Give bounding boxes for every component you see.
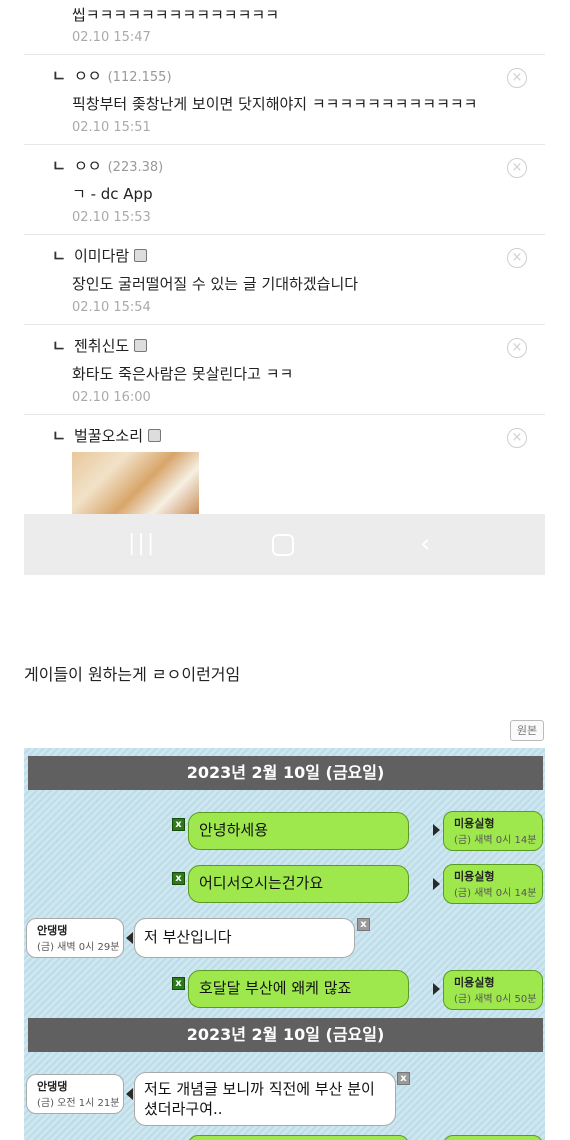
sender-name: 미용실형 — [454, 870, 495, 883]
sender-tag-partial — [443, 1135, 543, 1140]
delete-message-icon[interactable]: x — [172, 872, 185, 885]
comment-author[interactable]: 벌꿀오소리 — [74, 427, 143, 445]
sent-message: 안녕하세용 — [188, 812, 409, 850]
comment-item: 씹ㅋㅋㅋㅋㅋㅋㅋㅋㅋㅋㅋㅋㅋㅋ 02.10 15:47 — [24, 0, 545, 55]
delete-icon[interactable]: × — [507, 338, 527, 358]
play-arrow-icon — [433, 983, 440, 995]
gallog-icon — [134, 249, 148, 262]
reply-arrow-icon: ㄴ — [52, 427, 66, 445]
sender-name: 미용실형 — [454, 976, 495, 989]
post-caption: 게이들이 원하는게 ㄹㅇ이런거임 — [24, 665, 241, 684]
comment-ip: (223.38) — [107, 160, 164, 175]
comment-header: ㄴ 이미다람 — [52, 245, 148, 266]
pointer-arrow-icon — [126, 1088, 133, 1100]
comment-time: 02.10 15:47 — [72, 30, 151, 45]
back-icon[interactable]: ‹ — [420, 531, 430, 557]
comment-author[interactable]: 이미다람 — [74, 247, 129, 265]
sent-message: 호달달 부산에 왜케 많죠 — [188, 970, 409, 1008]
sender-tag: 미용실형 (금) 새벽 0시 14분 — [443, 811, 543, 851]
delete-message-icon[interactable]: x — [172, 818, 185, 831]
play-arrow-icon — [433, 824, 440, 836]
received-message: 저 부산입니다 — [134, 918, 355, 958]
receiver-name: 안댕댕 — [37, 1080, 68, 1093]
receiver-tag: 안댕댕 (금) 오전 1시 21분 — [26, 1074, 124, 1114]
message-line: 저도 개념글 보니까 직전에 부산 분이 — [144, 1080, 375, 1098]
reply-arrow-icon: ㄴ — [52, 337, 66, 355]
recent-apps-icon[interactable]: ||| — [128, 531, 156, 557]
message-time: (금) 오전 1시 21분 — [37, 1098, 120, 1109]
android-nav-bar: ||| ‹ — [24, 514, 545, 575]
comment-screenshot: 씹ㅋㅋㅋㅋㅋㅋㅋㅋㅋㅋㅋㅋㅋㅋ 02.10 15:47 ㄴㅇㅇ (112.155)… — [24, 0, 545, 575]
delete-icon[interactable]: × — [507, 158, 527, 178]
sender-tag: 미용실형 (금) 새벽 0시 14분 — [443, 864, 543, 904]
view-original-button[interactable]: 원본 — [510, 720, 544, 741]
delete-message-icon[interactable]: x — [172, 977, 185, 990]
message-time: (금) 새벽 0시 29분 — [37, 942, 120, 953]
date-separator: 2023년 2월 10일 (금요일) — [28, 756, 543, 790]
comment-header: ㄴ 벌꿀오소리 — [52, 425, 162, 446]
sent-message: 어디서오시는건가요 — [188, 865, 409, 903]
comment-item: ㄴㅇㅇ (223.38) ㄱ - dc App 02.10 15:53 × — [24, 145, 545, 235]
sender-tag: 미용실형 (금) 새벽 0시 50분 — [443, 970, 543, 1010]
play-arrow-icon — [433, 878, 440, 890]
message-time: (금) 새벽 0시 14분 — [454, 835, 537, 846]
delete-icon[interactable]: × — [507, 68, 527, 88]
comment-item: ㄴ 이미다람 장인도 굴러떨어질 수 있는 글 기대하겠습니다 02.10 15:… — [24, 235, 545, 325]
reply-arrow-icon: ㄴ — [52, 157, 66, 175]
comment-time: 02.10 15:53 — [72, 210, 151, 225]
comment-author[interactable]: ㅇㅇ — [74, 157, 102, 175]
delete-icon[interactable]: × — [507, 248, 527, 268]
comment-author[interactable]: 젠취신도 — [74, 337, 129, 355]
sender-name: 미용실형 — [454, 817, 495, 830]
delete-icon[interactable]: × — [507, 428, 527, 448]
comment-time: 02.10 15:51 — [72, 120, 151, 135]
reply-arrow-icon: ㄴ — [52, 247, 66, 265]
comment-ip: (112.155) — [107, 70, 172, 85]
home-icon[interactable] — [272, 534, 294, 556]
comment-time: 02.10 16:00 — [72, 390, 151, 405]
message-time: (금) 새벽 0시 50분 — [454, 994, 537, 1005]
received-message: 저도 개념글 보니까 직전에 부산 분이 셨더라구여.. — [134, 1072, 396, 1126]
comment-header: ㄴㅇㅇ (112.155) — [52, 65, 172, 86]
gallog-icon — [148, 429, 162, 442]
gallog-icon — [134, 339, 148, 352]
message-time: (금) 새벽 0시 14분 — [454, 888, 537, 899]
delete-message-icon[interactable]: x — [397, 1072, 410, 1085]
comment-item: ㄴ 젠취신도 화타도 죽은사람은 못살린다고 ㅋㅋ 02.10 16:00 × — [24, 325, 545, 415]
comment-text: ㄱ - dc App — [72, 185, 153, 203]
comment-text: 픽창부터 좆창난게 보이면 닷지해야지 ㅋㅋㅋㅋㅋㅋㅋㅋㅋㅋㅋㅋ — [72, 95, 478, 113]
comment-time: 02.10 15:54 — [72, 300, 151, 315]
receiver-tag: 안댕댕 (금) 새벽 0시 29분 — [26, 918, 124, 958]
comment-text: 장인도 굴러떨어질 수 있는 글 기대하겠습니다 — [72, 275, 359, 293]
sent-message-partial — [188, 1135, 409, 1140]
message-line: 셨더라구여.. — [144, 1100, 223, 1118]
comment-item: ㄴㅇㅇ (112.155) 픽창부터 좆창난게 보이면 닷지해야지 ㅋㅋㅋㅋㅋㅋㅋ… — [24, 55, 545, 145]
comment-text: 씹ㅋㅋㅋㅋㅋㅋㅋㅋㅋㅋㅋㅋㅋㅋ — [72, 6, 280, 24]
delete-message-icon[interactable]: x — [357, 918, 370, 931]
date-separator: 2023년 2월 10일 (금요일) — [28, 1018, 543, 1052]
pointer-arrow-icon — [126, 932, 133, 944]
reply-arrow-icon: ㄴ — [52, 67, 66, 85]
chat-screenshot: 2023년 2월 10일 (금요일) x 안녕하세용 미용실형 (금) 새벽 0… — [24, 748, 545, 1140]
comment-image-thumbnail[interactable] — [72, 452, 199, 514]
comment-header: ㄴ 젠취신도 — [52, 335, 148, 356]
comment-author[interactable]: ㅇㅇ — [74, 67, 102, 85]
comment-header: ㄴㅇㅇ (223.38) — [52, 155, 163, 176]
receiver-name: 안댕댕 — [37, 924, 68, 937]
comment-text: 화타도 죽은사람은 못살린다고 ㅋㅋ — [72, 365, 294, 383]
